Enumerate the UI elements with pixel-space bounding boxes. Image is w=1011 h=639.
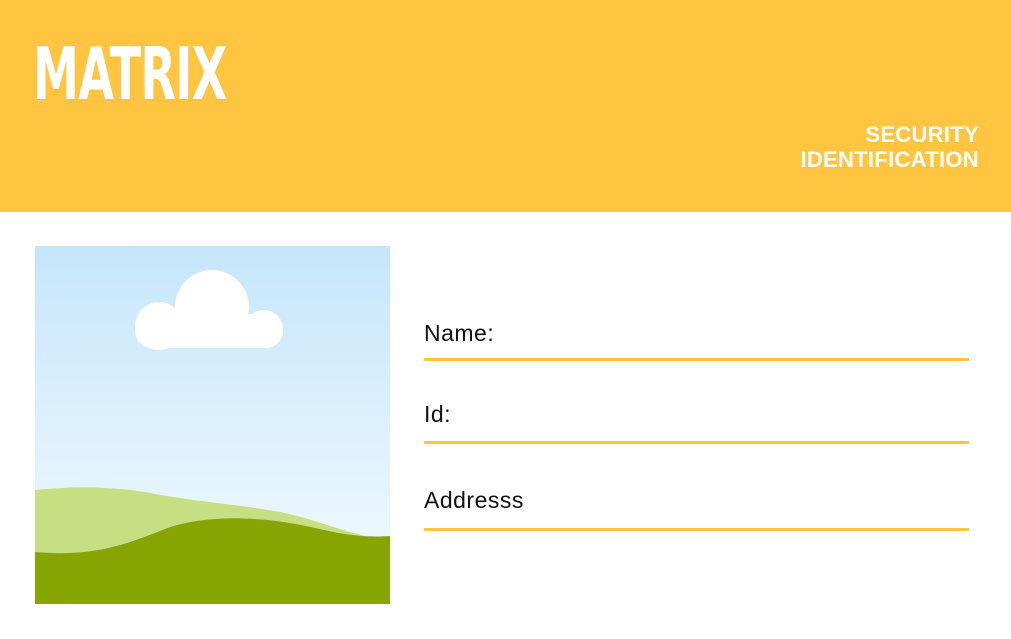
info-fields: Name: Id: Addresss — [424, 0, 969, 639]
name-underline — [424, 358, 969, 361]
brand-title: MATRIX — [33, 32, 227, 116]
photo-placeholder — [35, 246, 390, 604]
address-label: Addresss — [424, 487, 524, 513]
address-field: Addresss — [424, 487, 969, 531]
name-field: Name: — [424, 320, 969, 361]
name-label: Name: — [424, 320, 495, 346]
id-field: Id: — [424, 401, 969, 444]
id-label: Id: — [424, 401, 452, 427]
id-underline — [424, 441, 969, 444]
landscape-icon — [35, 246, 390, 604]
id-card: MATRIX SECURITY IDENTIFICATION Name: Id:… — [0, 0, 1011, 639]
address-underline — [424, 528, 969, 531]
